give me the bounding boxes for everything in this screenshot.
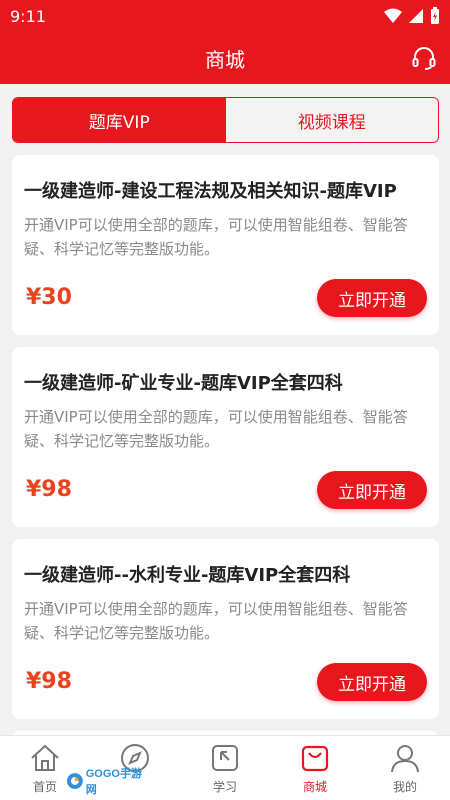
- app-header: 商城: [0, 32, 450, 84]
- status-bar: 9:11: [0, 0, 450, 32]
- shop-bag-icon: [301, 745, 329, 772]
- tab-question-bank-vip[interactable]: 题库VIP: [13, 98, 226, 142]
- nav-label: 首页: [32, 780, 57, 794]
- page-title: 商城: [205, 47, 245, 72]
- nav-label: 学习: [212, 780, 237, 794]
- battery-icon: [431, 7, 439, 24]
- nav-label: 我的: [392, 780, 417, 794]
- nav-item-me[interactable]: 我的: [360, 736, 450, 800]
- study-icon: [212, 745, 238, 771]
- product-price: ¥30: [26, 285, 72, 310]
- activate-button[interactable]: 立即开通: [317, 663, 427, 701]
- category-tabs: 题库VIP 视频课程: [12, 97, 439, 143]
- watermark-logo-icon: [66, 773, 83, 789]
- product-price: ¥98: [26, 669, 72, 694]
- activate-button[interactable]: 立即开通: [317, 279, 427, 317]
- product-title: 一级建造师-矿业专业-题库VIP全套四科: [24, 373, 343, 394]
- tab-video-courses[interactable]: 视频课程: [225, 98, 438, 142]
- product-card[interactable]: 一级建造师--水利专业-题库VIP全套四科 开通VIP可以使用全部的题库，可以使…: [12, 539, 439, 719]
- headset-icon[interactable]: [410, 44, 438, 72]
- product-description: 开通VIP可以使用全部的题库，可以使用智能组卷、智能答疑、科学记忆等完整版功能。: [24, 600, 408, 642]
- signal-icon: [409, 9, 423, 23]
- system-icons: [384, 7, 440, 25]
- nav-item-study[interactable]: 学习: [180, 736, 270, 800]
- product-price: ¥98: [26, 477, 72, 502]
- nav-label: 商城: [302, 780, 327, 794]
- product-card[interactable]: 一级建造师-矿业专业-题库VIP全套四科 开通VIP可以使用全部的题库，可以使用…: [12, 347, 439, 527]
- activate-button[interactable]: 立即开通: [317, 471, 427, 509]
- watermark-logo: GOGO手游网: [66, 768, 152, 796]
- status-time: 9:11: [10, 6, 46, 26]
- watermark-text: GOGO手游网: [85, 768, 142, 796]
- user-icon: [391, 745, 419, 773]
- product-description: 开通VIP可以使用全部的题库，可以使用智能组卷、智能答疑、科学记忆等完整版功能。: [24, 216, 408, 258]
- home-icon: [31, 744, 59, 771]
- wifi-icon: [384, 8, 402, 23]
- product-title: 一级建造师--水利专业-题库VIP全套四科: [24, 565, 351, 586]
- nav-item-shop[interactable]: 商城: [270, 736, 360, 800]
- product-description: 开通VIP可以使用全部的题库，可以使用智能组卷、智能答疑、科学记忆等完整版功能。: [24, 408, 408, 450]
- product-list: 一级建造师-建设工程法规及相关知识-题库VIP 开通VIP可以使用全部的题库，可…: [12, 155, 439, 761]
- product-title: 一级建造师-建设工程法规及相关知识-题库VIP: [24, 181, 397, 202]
- product-card[interactable]: 一级建造师-建设工程法规及相关知识-题库VIP 开通VIP可以使用全部的题库，可…: [12, 155, 439, 335]
